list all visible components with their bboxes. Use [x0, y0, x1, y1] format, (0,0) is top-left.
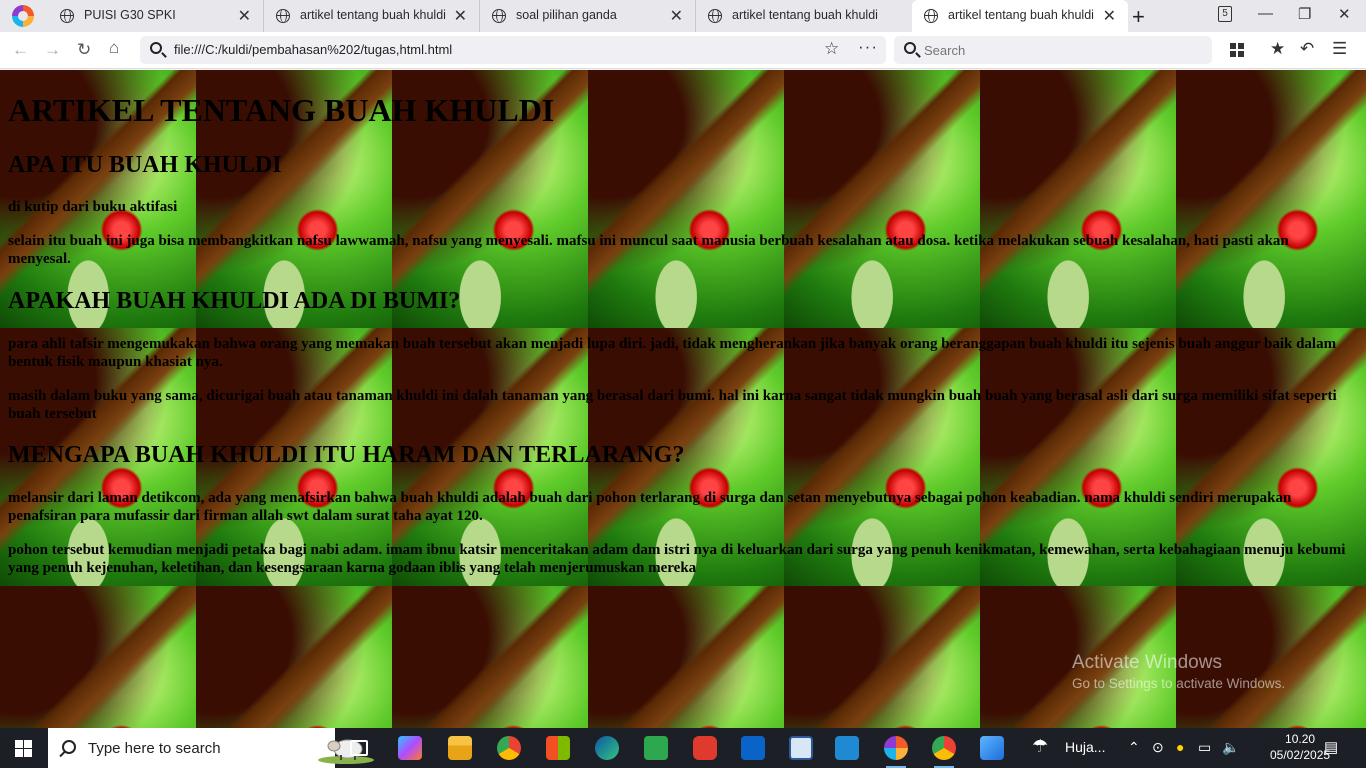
camera-icon[interactable]: ⊙: [1152, 739, 1164, 756]
firefox-taskbar-icon[interactable]: [884, 736, 908, 768]
notifications-icon[interactable]: ▤: [1324, 738, 1338, 756]
new-tab-plus-icon[interactable]: +: [1132, 4, 1145, 30]
watermark-line-2: Go to Settings to activate Windows.: [1072, 676, 1286, 691]
edge-icon[interactable]: [595, 736, 619, 760]
security-icon[interactable]: ●: [1176, 739, 1184, 755]
clock-time: 10.20: [1285, 732, 1316, 746]
weather-text[interactable]: Huja...: [1065, 739, 1105, 755]
watermark-line-1: Activate Windows: [1072, 652, 1222, 673]
menu-icon[interactable]: ☰: [1332, 39, 1347, 59]
restore-icon[interactable]: ❐: [1298, 5, 1311, 23]
paragraph: pohon tersebut kemudian menjadi petaka b…: [8, 542, 1346, 576]
chrome-icon[interactable]: [497, 736, 521, 760]
windows-start-icon[interactable]: [15, 740, 32, 757]
tab-title: PUISI G30 SPKI: [84, 8, 176, 22]
file-explorer-icon[interactable]: [448, 736, 472, 760]
close-window-icon[interactable]: ✕: [1338, 5, 1351, 23]
taskbar-search[interactable]: Type here to search: [48, 728, 374, 768]
search-icon: [150, 42, 162, 54]
address-text[interactable]: file:///C:/kuldi/pembahasan%202/tugas,ht…: [174, 42, 452, 57]
close-tab-icon[interactable]: ✕: [238, 6, 251, 26]
windows-taskbar: Type here to search ☂ Huja... ⌃ ⊙ ● ▭ 🔈 …: [0, 728, 1366, 768]
tab-3[interactable]: soal pilihan ganda ✕: [480, 0, 696, 32]
globe-icon: [60, 9, 74, 23]
search-box[interactable]: [894, 36, 1212, 64]
home-icon[interactable]: ⌂: [109, 38, 119, 58]
navigation-toolbar: ← → ↻ ⌂ file:///C:/kuldi/pembahasan%202/…: [0, 32, 1366, 69]
outlook-icon[interactable]: [741, 736, 765, 760]
tab-4[interactable]: artikel tentang buah khuldi: [696, 0, 912, 32]
paragraph: di kutip dari buku aktifasi: [8, 199, 178, 215]
paint-icon[interactable]: [980, 736, 1004, 760]
page-content: ARTIKEL TENTANG BUAH KHULDI APA ITU BUAH…: [0, 70, 1366, 728]
vscode-icon[interactable]: [835, 736, 859, 760]
chevron-up-icon[interactable]: ⌃: [1128, 739, 1140, 756]
section-heading: APA ITU BUAH KHULDI: [8, 152, 282, 178]
globe-icon: [276, 9, 290, 23]
paragraph: selain itu buah ini juga bisa membangkit…: [8, 233, 1289, 267]
search-icon: [904, 42, 916, 54]
task-view-icon[interactable]: [350, 740, 368, 756]
tab-list-icon[interactable]: 5: [1218, 6, 1232, 22]
tab-title: artikel tentang buah khuldi: [300, 8, 446, 22]
search-input[interactable]: [924, 40, 1194, 60]
tab-title: soal pilihan ganda: [516, 8, 617, 22]
tab-strip: PUISI G30 SPKI ✕ artikel tentang buah kh…: [0, 0, 1366, 32]
tab-1[interactable]: PUISI G30 SPKI ✕: [48, 0, 264, 32]
copilot-icon[interactable]: [398, 736, 422, 760]
more-icon[interactable]: ···: [858, 37, 878, 57]
section-heading: MENGAPA BUAH KHULDI ITU HARAM DAN TERLAR…: [8, 442, 685, 468]
taskbar-search-placeholder: Type here to search: [88, 740, 221, 757]
minimize-icon[interactable]: —: [1258, 5, 1273, 22]
section-heading: APAKAH BUAH KHULDI ADA DI BUMI?: [8, 288, 461, 314]
bookmarks-icon[interactable]: ★: [1270, 39, 1285, 59]
search-icon: [62, 740, 76, 754]
tab-title: artikel tentang buah khuldi: [948, 8, 1094, 22]
weather-umbrella-icon[interactable]: ☂: [1032, 736, 1048, 757]
address-bar[interactable]: file:///C:/kuldi/pembahasan%202/tugas,ht…: [140, 36, 886, 64]
activate-windows-watermark: Activate Windows Go to Settings to activ…: [1072, 652, 1285, 691]
back-icon[interactable]: ←: [12, 40, 29, 60]
paragraph: para ahli tafsir mengemukakan bahwa oran…: [8, 336, 1337, 370]
chrome-profile-icon[interactable]: [932, 736, 956, 768]
paragraph: melansir dari laman detikcom, ada yang m…: [8, 490, 1292, 524]
tab-2[interactable]: artikel tentang buah khuldi ✕: [264, 0, 480, 32]
wps-office-icon[interactable]: [693, 736, 717, 760]
undo-icon[interactable]: ↶: [1300, 39, 1314, 59]
clock[interactable]: 10.20 05/02/2025: [1270, 731, 1330, 763]
tab-title: artikel tentang buah khuldi: [732, 8, 878, 22]
firefox-logo-icon[interactable]: [12, 5, 34, 27]
microsoft-store-icon[interactable]: [546, 736, 570, 760]
paragraph: masih dalam buku yang sama, dicurigai bu…: [8, 388, 1337, 422]
globe-icon: [708, 9, 722, 23]
reload-icon[interactable]: ↻: [77, 40, 91, 60]
forward-icon[interactable]: →: [44, 40, 61, 60]
news-app-icon[interactable]: [644, 736, 668, 760]
network-icon[interactable]: ▭: [1198, 739, 1211, 756]
close-tab-icon[interactable]: ✕: [1103, 6, 1116, 26]
reading-app-icon[interactable]: [789, 736, 813, 760]
grid-icon[interactable]: [1230, 43, 1244, 57]
globe-icon: [924, 9, 938, 23]
star-icon[interactable]: ☆: [824, 39, 839, 59]
tab-5-active[interactable]: artikel tentang buah khuldi ✕: [912, 0, 1128, 32]
close-tab-icon[interactable]: ✕: [670, 6, 683, 26]
globe-icon: [492, 9, 506, 23]
article-title: ARTIKEL TENTANG BUAH KHULDI: [8, 92, 555, 128]
close-tab-icon[interactable]: ✕: [454, 6, 467, 26]
volume-icon[interactable]: 🔈: [1222, 739, 1239, 756]
clock-date: 05/02/2025: [1270, 748, 1331, 762]
